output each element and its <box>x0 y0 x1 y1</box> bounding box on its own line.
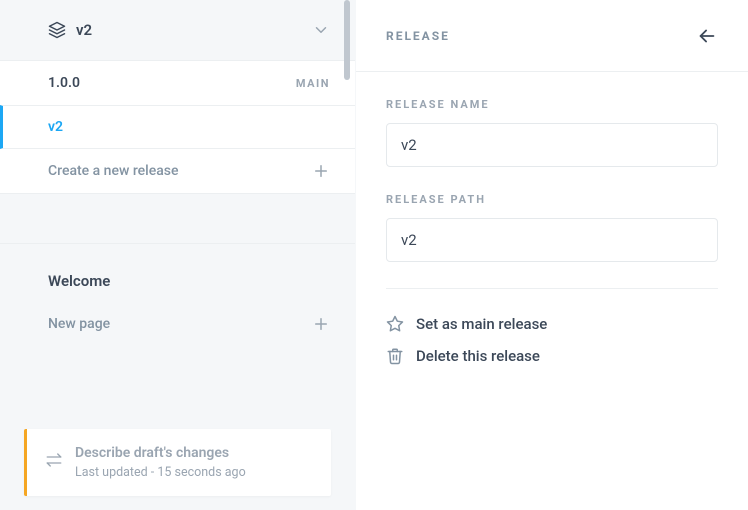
release-main-tag: MAIN <box>296 77 330 90</box>
release-path-input[interactable] <box>386 218 718 262</box>
field-release-path: RELEASE PATH <box>386 193 718 262</box>
detail-panel: RELEASE RELEASE NAME RELEASE PATH Set as… <box>356 0 748 510</box>
field-label-name: RELEASE NAME <box>386 98 718 111</box>
create-release-label: Create a new release <box>48 163 178 179</box>
chevron-down-icon <box>312 21 330 39</box>
release-row-main[interactable]: 1.0.0 MAIN <box>0 61 355 105</box>
create-release-row[interactable]: Create a new release <box>0 149 355 193</box>
field-release-name: RELEASE NAME <box>386 98 718 167</box>
draft-subtitle: Last updated - 15 seconds ago <box>75 465 315 480</box>
sidebar: v2 1.0.0 MAIN v2 Create a new release We <box>0 0 356 510</box>
release-list: 1.0.0 MAIN v2 Create a new release <box>0 60 355 194</box>
release-row-selected[interactable]: v2 <box>0 105 355 149</box>
set-main-label: Set as main release <box>416 315 547 333</box>
sidebar-spacer <box>0 194 355 244</box>
divider <box>386 288 718 289</box>
draft-title: Describe draft's changes <box>75 445 315 461</box>
back-icon[interactable] <box>696 25 718 47</box>
plus-icon <box>312 315 330 333</box>
set-main-release-action[interactable]: Set as main release <box>386 315 718 333</box>
release-dropdown[interactable]: v2 <box>0 0 355 60</box>
delete-label: Delete this release <box>416 347 540 365</box>
pages-heading: Welcome <box>0 272 355 302</box>
release-dropdown-label: v2 <box>76 21 92 39</box>
release-name: v2 <box>48 119 63 135</box>
delete-release-action[interactable]: Delete this release <box>386 347 718 365</box>
star-icon <box>386 315 404 333</box>
new-page-row[interactable]: New page <box>0 302 355 346</box>
field-label-path: RELEASE PATH <box>386 193 718 206</box>
panel-header-title: RELEASE <box>386 29 450 43</box>
stack-icon <box>48 21 66 39</box>
plus-icon <box>312 162 330 180</box>
release-name-input[interactable] <box>386 123 718 167</box>
draft-card[interactable]: Describe draft's changes Last updated - … <box>24 429 331 496</box>
pages-section: Welcome New page <box>0 244 355 346</box>
release-name: 1.0.0 <box>48 75 80 91</box>
changes-icon <box>45 451 63 469</box>
trash-icon <box>386 347 404 365</box>
panel-body: RELEASE NAME RELEASE PATH Set as main re… <box>356 72 748 405</box>
draft-card-container: Describe draft's changes Last updated - … <box>0 429 355 510</box>
new-page-label: New page <box>48 316 110 332</box>
panel-header: RELEASE <box>356 0 748 72</box>
